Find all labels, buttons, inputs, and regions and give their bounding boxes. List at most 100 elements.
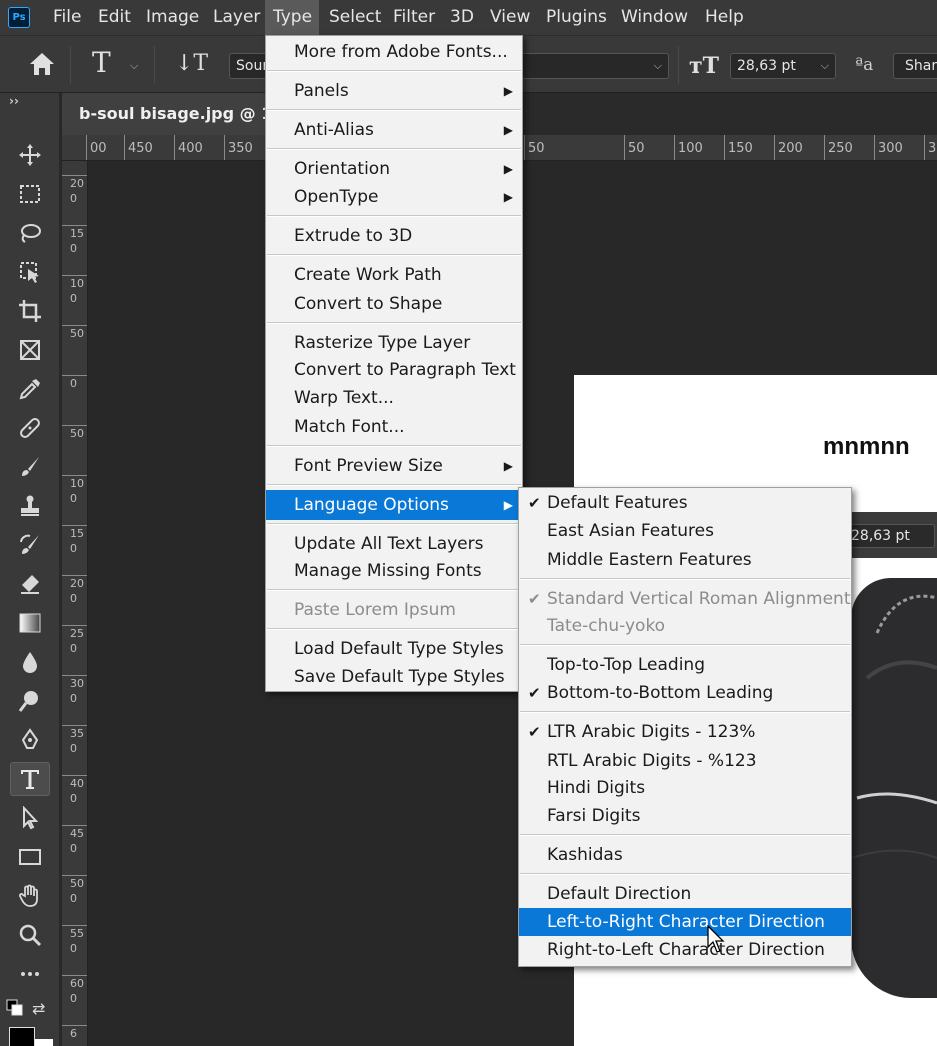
default-colors-icon[interactable]: [6, 999, 24, 1021]
ruler-label: 200: [62, 575, 87, 606]
menu-item-match-font[interactable]: Match Font...: [266, 413, 522, 441]
menu-type[interactable]: Type: [265, 0, 319, 35]
font-size-field[interactable]: 28,63 pt ⌵: [730, 53, 836, 79]
ruler-label: 250: [824, 135, 853, 160]
menu-item-language-options[interactable]: Language Options ▶: [266, 490, 522, 520]
ruler-label: 600: [62, 975, 87, 1006]
eyedropper-tool-icon[interactable]: [10, 372, 50, 406]
path-selection-tool-icon[interactable]: [10, 801, 50, 835]
menu-file[interactable]: File: [53, 0, 81, 35]
menu-filter[interactable]: Filter: [393, 0, 435, 35]
canvas-text-layer[interactable]: mnmnn: [823, 433, 910, 461]
move-tool-icon[interactable]: [10, 138, 50, 172]
menu-separator: [267, 484, 521, 486]
background-color-swatch[interactable]: [35, 1039, 53, 1046]
menu-item-label: Kashidas: [547, 845, 623, 865]
ruler-label: 100: [674, 135, 703, 160]
collapse-panel-icon[interactable]: ››: [9, 94, 19, 108]
menu-item-font-preview-size[interactable]: Font Preview Size ▶: [266, 452, 522, 480]
toggle-orientation-icon[interactable]: ↓T: [175, 51, 208, 76]
chevron-down-icon[interactable]: ⌵: [821, 59, 829, 73]
anti-alias-field[interactable]: Sharp: [893, 53, 937, 79]
floating-font-size-field[interactable]: 28,63 pt: [845, 524, 935, 548]
chevron-down-icon[interactable]: ⌵: [130, 59, 138, 73]
submenu-arrow-icon: ▶: [503, 162, 513, 176]
menu-item-kashidas[interactable]: Kashidas: [519, 841, 851, 869]
history-brush-tool-icon[interactable]: [10, 528, 50, 562]
menu-item-default-features[interactable]: ✔ Default Features: [519, 489, 851, 517]
anti-alias-icon: ªa: [855, 55, 874, 75]
chevron-down-icon[interactable]: ⌵: [654, 59, 662, 73]
swap-colors-icon[interactable]: ⇄: [32, 999, 45, 1018]
menu-item-label: Convert to Paragraph Text: [294, 360, 516, 380]
menu-item-hindi-digits[interactable]: Hindi Digits: [519, 774, 851, 802]
home-icon[interactable]: [28, 51, 56, 81]
healing-brush-tool-icon[interactable]: [10, 411, 50, 445]
checkmark-icon: ✔: [528, 723, 541, 741]
menu-item-middle-eastern-features[interactable]: Middle Eastern Features: [519, 546, 851, 574]
menu-3d[interactable]: 3D: [450, 0, 474, 35]
menu-item-label: Anti-Alias: [294, 120, 374, 140]
crop-tool-icon[interactable]: [10, 294, 50, 328]
menu-plugins[interactable]: Plugins: [546, 0, 607, 35]
hand-tool-icon[interactable]: [10, 879, 50, 913]
foreground-color-swatch[interactable]: [9, 1027, 35, 1046]
menu-item-anti-alias[interactable]: Anti-Alias ▶: [266, 116, 522, 144]
menu-item-panels[interactable]: Panels ▶: [266, 77, 522, 105]
menu-item-extrude-to-3d[interactable]: Extrude to 3D: [266, 222, 522, 250]
menu-select[interactable]: Select: [329, 0, 381, 35]
brush-tool-icon[interactable]: [10, 450, 50, 484]
menu-item-farsi-digits[interactable]: Farsi Digits: [519, 802, 851, 830]
menu-item-create-work-path[interactable]: Create Work Path: [266, 261, 522, 289]
menu-item-left-to-right-character-direction[interactable]: Left-to-Right Character Direction: [519, 908, 851, 936]
menu-item-warp-text[interactable]: Warp Text...: [266, 384, 522, 412]
type-tool-preset-icon[interactable]: T: [92, 49, 111, 77]
menu-item-bottom-to-bottom-leading[interactable]: ✔ Bottom-to-Bottom Leading: [519, 679, 851, 707]
menu-item-ltr-arabic-digits[interactable]: ✔ LTR Arabic Digits - 123%: [519, 718, 851, 746]
ruler-label: 35: [924, 135, 937, 160]
ruler-label: 300: [874, 135, 903, 160]
pen-tool-icon[interactable]: [10, 723, 50, 757]
rectangle-tool-icon[interactable]: [10, 840, 50, 874]
menu-window[interactable]: Window: [621, 0, 688, 35]
menu-item-orientation[interactable]: Orientation ▶: [266, 155, 522, 183]
menu-item-load-default-type-styles[interactable]: Load Default Type Styles: [266, 635, 522, 663]
menu-separator: [267, 215, 521, 217]
ruler-label: 00: [86, 135, 107, 160]
marquee-tool-icon[interactable]: [10, 177, 50, 211]
zoom-tool-icon[interactable]: [10, 918, 50, 952]
menu-edit[interactable]: Edit: [98, 0, 131, 35]
eraser-tool-icon[interactable]: [10, 567, 50, 601]
ruler-label: 400: [62, 775, 87, 806]
dodge-tool-icon[interactable]: [10, 684, 50, 718]
clone-stamp-tool-icon[interactable]: [10, 489, 50, 523]
menu-item-save-default-type-styles[interactable]: Save Default Type Styles: [266, 663, 522, 691]
menu-image[interactable]: Image: [146, 0, 199, 35]
more-tools-icon[interactable]: [10, 957, 50, 991]
menu-item-right-to-left-character-direction[interactable]: Right-to-Left Character Direction: [519, 936, 851, 964]
blur-tool-icon[interactable]: [10, 645, 50, 679]
type-tool-icon[interactable]: [10, 762, 50, 796]
menu-item-opentype[interactable]: OpenType ▶: [266, 183, 522, 211]
menu-item-rtl-arabic-digits[interactable]: RTL Arabic Digits - %123: [519, 747, 851, 775]
menu-bar: Ps File Edit Image Layer Type Select Fil…: [0, 0, 937, 35]
menu-item-label: Save Default Type Styles: [294, 667, 505, 687]
menu-item-convert-to-shape[interactable]: Convert to Shape: [266, 290, 522, 318]
menu-view[interactable]: View: [490, 0, 530, 35]
document-tab[interactable]: b-soul bisage.jpg @ 100: [62, 93, 295, 135]
menu-item-east-asian-features[interactable]: East Asian Features: [519, 517, 851, 545]
menu-item-rasterize-type-layer[interactable]: Rasterize Type Layer: [266, 329, 522, 357]
frame-tool-icon[interactable]: [10, 333, 50, 367]
menu-item-label: Rasterize Type Layer: [294, 333, 471, 353]
lasso-tool-icon[interactable]: [10, 216, 50, 250]
menu-item-more-from-adobe-fonts[interactable]: More from Adobe Fonts...: [266, 38, 522, 66]
menu-item-manage-missing-fonts[interactable]: Manage Missing Fonts: [266, 557, 522, 585]
gradient-tool-icon[interactable]: [10, 606, 50, 640]
menu-item-default-direction[interactable]: Default Direction: [519, 880, 851, 908]
menu-item-update-all-text-layers[interactable]: Update All Text Layers: [266, 530, 522, 558]
object-selection-tool-icon[interactable]: [10, 255, 50, 289]
menu-item-convert-to-paragraph-text[interactable]: Convert to Paragraph Text: [266, 356, 522, 384]
menu-layer[interactable]: Layer: [213, 0, 260, 35]
menu-help[interactable]: Help: [705, 0, 744, 35]
menu-item-top-to-top-leading[interactable]: Top-to-Top Leading: [519, 651, 851, 679]
